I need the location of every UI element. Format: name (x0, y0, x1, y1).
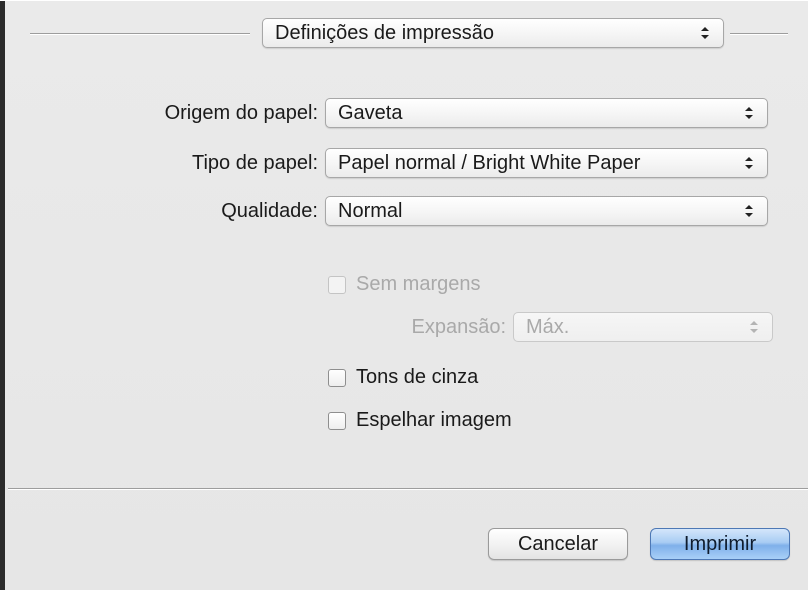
quality-popup[interactable]: Normal (325, 196, 768, 226)
print-button[interactable]: Imprimir (650, 528, 790, 560)
paper-source-value: Gaveta (338, 102, 403, 124)
header-divider-left-highlight (30, 34, 250, 35)
borderless-label: Sem margens (356, 273, 481, 295)
paper-source-popup[interactable]: Gaveta (325, 98, 768, 128)
quality-value: Normal (338, 200, 403, 222)
grayscale-label: Tons de cinza (356, 366, 479, 388)
paper-type-value: Papel normal / Bright White Paper (338, 152, 641, 174)
expansion-value: Máx. (526, 316, 570, 338)
footer-divider-highlight (8, 489, 808, 490)
paper-source-label: Origem do papel: (164, 102, 318, 124)
borderless-checkbox[interactable] (328, 276, 346, 294)
mirror-image-label: Espelhar imagem (356, 409, 512, 431)
mirror-image-checkbox[interactable] (328, 412, 346, 430)
panel-select-popup[interactable]: Definições de impressão (262, 18, 724, 48)
paper-type-label: Tipo de papel: (191, 152, 318, 174)
updown-arrows-icon (743, 149, 755, 177)
updown-arrows-icon (748, 313, 760, 341)
cancel-button[interactable]: Cancelar (488, 528, 628, 560)
header-divider-right-highlight (730, 34, 788, 35)
expansion-popup[interactable]: Máx. (513, 312, 773, 342)
paper-type-popup[interactable]: Papel normal / Bright White Paper (325, 148, 768, 178)
panel-select-value: Definições de impressão (275, 22, 494, 44)
quality-label: Qualidade: (221, 200, 318, 222)
grayscale-checkbox[interactable] (328, 369, 346, 387)
top-highlight (0, 0, 808, 1)
updown-arrows-icon (743, 197, 755, 225)
window-edge (0, 0, 5, 590)
updown-arrows-icon (743, 99, 755, 127)
updown-arrows-icon (699, 19, 711, 47)
print-dialog: Definições de impressão Origem do papel:… (0, 0, 808, 590)
expansion-label: Expansão: (411, 316, 506, 338)
